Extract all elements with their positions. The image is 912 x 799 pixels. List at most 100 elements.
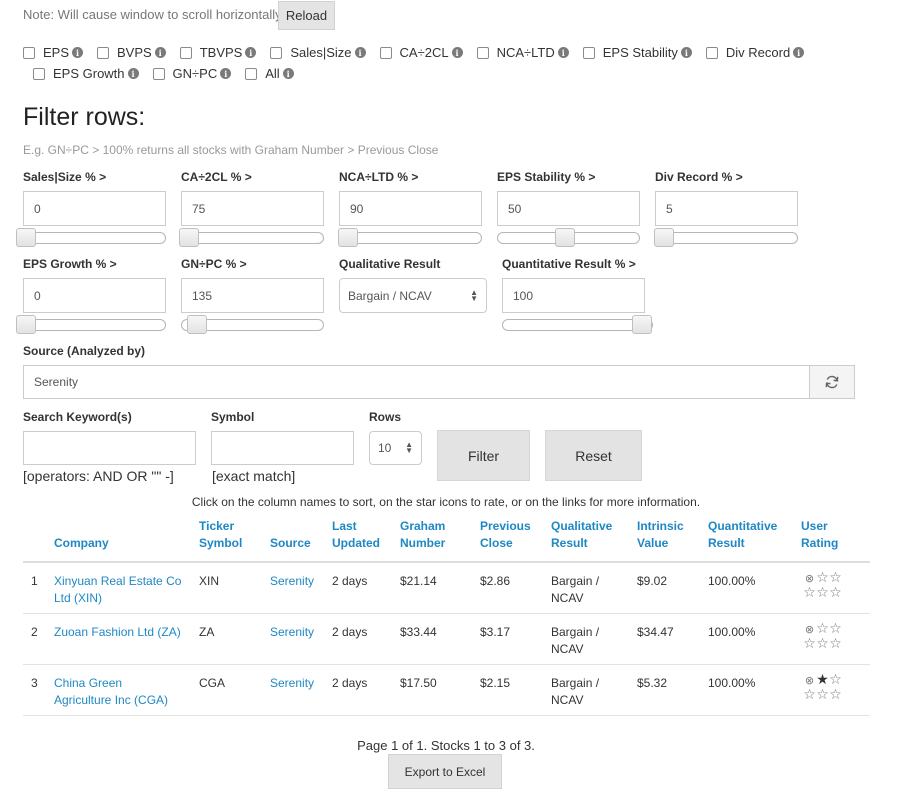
checkbox[interactable] (152, 67, 165, 80)
checkbox[interactable] (179, 46, 192, 59)
header-quantitative[interactable]: Quantitative Result (708, 518, 777, 552)
toggle-eps-growth[interactable]: EPS Growth i (33, 66, 139, 81)
info-icon[interactable]: i (282, 68, 294, 79)
star-icon[interactable]: ☆ (816, 636, 829, 650)
previous-close-cell: $2.86 (480, 574, 511, 588)
checkbox[interactable] (379, 46, 392, 59)
info-icon[interactable]: i (220, 68, 232, 79)
star-icon[interactable]: ☆ (803, 636, 816, 650)
toggle-all[interactable]: All i (245, 66, 294, 81)
checkbox[interactable] (270, 46, 283, 59)
header-last-updated[interactable]: Last Updated (332, 518, 380, 552)
gn-pc-slider[interactable] (181, 315, 324, 334)
toggle-bvps[interactable]: BVPS i (97, 45, 166, 60)
star-icon[interactable]: ☆ (829, 672, 842, 686)
checkbox[interactable] (582, 46, 595, 59)
star-icon[interactable]: ☆ (803, 585, 816, 599)
ca-2cl-input[interactable]: 75 (181, 191, 324, 226)
source-link[interactable]: Serenity (270, 675, 314, 692)
info-icon[interactable]: i (680, 47, 692, 58)
company-link[interactable]: Zuoan Fashion Ltd (ZA) (54, 624, 181, 641)
slider-handle[interactable] (654, 228, 675, 247)
star-icon[interactable]: ☆ (816, 585, 829, 599)
eps-growth-input[interactable]: 0 (23, 278, 166, 313)
header-company[interactable]: Company (54, 535, 109, 552)
div-record-slider[interactable] (654, 228, 798, 247)
source-input[interactable]: Serenity (23, 365, 810, 399)
eps-stability-input[interactable]: 50 (497, 191, 640, 226)
star-icon[interactable]: ★ (816, 672, 829, 686)
header-previous-close[interactable]: Previous Close (480, 518, 531, 552)
info-icon[interactable]: i (793, 47, 805, 58)
sales-size-input[interactable]: 0 (23, 191, 166, 226)
toggle-gn-pc[interactable]: GN÷PC i (152, 66, 232, 81)
toggle-eps[interactable]: EPS i (23, 45, 84, 60)
header-user-rating[interactable]: User Rating (801, 518, 838, 552)
source-link[interactable]: Serenity (270, 573, 314, 590)
checkbox[interactable] (97, 46, 110, 59)
star-icon[interactable]: ☆ (829, 636, 842, 650)
slider-handle[interactable] (179, 228, 200, 247)
info-icon[interactable]: i (154, 47, 166, 58)
header-source[interactable]: Source (270, 535, 311, 552)
checkbox[interactable] (245, 67, 258, 80)
star-icon[interactable]: ☆ (816, 687, 829, 701)
header-qualitative[interactable]: Qualitative Result (551, 518, 612, 552)
export-excel-button[interactable]: Export to Excel (388, 754, 502, 789)
keyword-input[interactable] (23, 431, 196, 465)
company-link[interactable]: China Green Agriculture Inc (CGA) (54, 675, 168, 709)
nca-ltd-input[interactable]: 90 (339, 191, 482, 226)
checkbox[interactable] (33, 67, 45, 80)
reset-button[interactable]: Reset (545, 430, 642, 481)
eps-stability-slider[interactable] (497, 228, 640, 247)
info-icon[interactable]: i (127, 68, 139, 79)
header-line: Last (332, 519, 357, 533)
rows-select[interactable]: 10 ▲ ▼ (369, 431, 422, 465)
source-link[interactable]: Serenity (270, 624, 314, 641)
info-icon[interactable]: i (245, 47, 257, 58)
star-icon[interactable]: ☆ (829, 570, 842, 584)
gn-pc-input[interactable]: 135 (181, 278, 324, 313)
toggle-ca-2cl[interactable]: CA÷2CL i (379, 45, 463, 60)
sales-size-slider[interactable] (16, 228, 166, 247)
reload-button[interactable]: Reload (278, 1, 335, 30)
info-icon[interactable]: i (557, 47, 569, 58)
header-graham[interactable]: Graham Number (400, 518, 445, 552)
star-icon[interactable]: ☆ (829, 585, 842, 599)
quantitative-input[interactable]: 100 (502, 278, 645, 313)
nca-ltd-slider[interactable] (338, 228, 482, 247)
toggle-eps-stability[interactable]: EPS Stability i (582, 45, 692, 60)
info-icon[interactable]: i (451, 47, 463, 58)
filter-button[interactable]: Filter (437, 430, 530, 481)
star-icon[interactable]: ☆ (803, 687, 816, 701)
header-ticker[interactable]: Ticker Symbol (199, 518, 242, 552)
checkbox[interactable] (705, 46, 718, 59)
div-record-input[interactable]: 5 (655, 191, 798, 226)
company-link[interactable]: Xinyuan Real Estate Co Ltd (XIN) (54, 573, 181, 607)
star-icon[interactable]: ☆ (816, 621, 829, 635)
slider-handle[interactable] (186, 315, 207, 334)
quantitative-slider[interactable] (502, 315, 653, 334)
slider-handle[interactable] (632, 315, 652, 334)
toggle-tbvps[interactable]: TBVPS i (179, 45, 257, 60)
eps-growth-slider[interactable] (16, 315, 166, 334)
checkbox[interactable] (476, 46, 489, 59)
info-icon[interactable]: i (72, 47, 84, 58)
slider-handle[interactable] (554, 228, 575, 247)
info-icon[interactable]: i (354, 47, 366, 58)
slider-handle[interactable] (338, 228, 359, 247)
slider-handle[interactable] (16, 228, 36, 247)
star-icon[interactable]: ☆ (816, 570, 829, 584)
symbol-input[interactable] (211, 431, 354, 465)
toggle-sales-size[interactable]: Sales|Size i (270, 45, 366, 60)
qualitative-select[interactable]: Bargain / NCAV ▲ ▼ (339, 278, 487, 313)
toggle-div-record[interactable]: Div Record i (705, 45, 805, 60)
refresh-button[interactable] (810, 365, 855, 399)
toggle-nca-ltd[interactable]: NCA÷LTD i (476, 45, 569, 60)
ca-2cl-slider[interactable] (179, 228, 324, 247)
slider-handle[interactable] (16, 315, 36, 334)
checkbox[interactable] (23, 46, 35, 59)
header-intrinsic[interactable]: Intrinsic Value (637, 518, 684, 552)
star-icon[interactable]: ☆ (829, 621, 842, 635)
star-icon[interactable]: ☆ (829, 687, 842, 701)
